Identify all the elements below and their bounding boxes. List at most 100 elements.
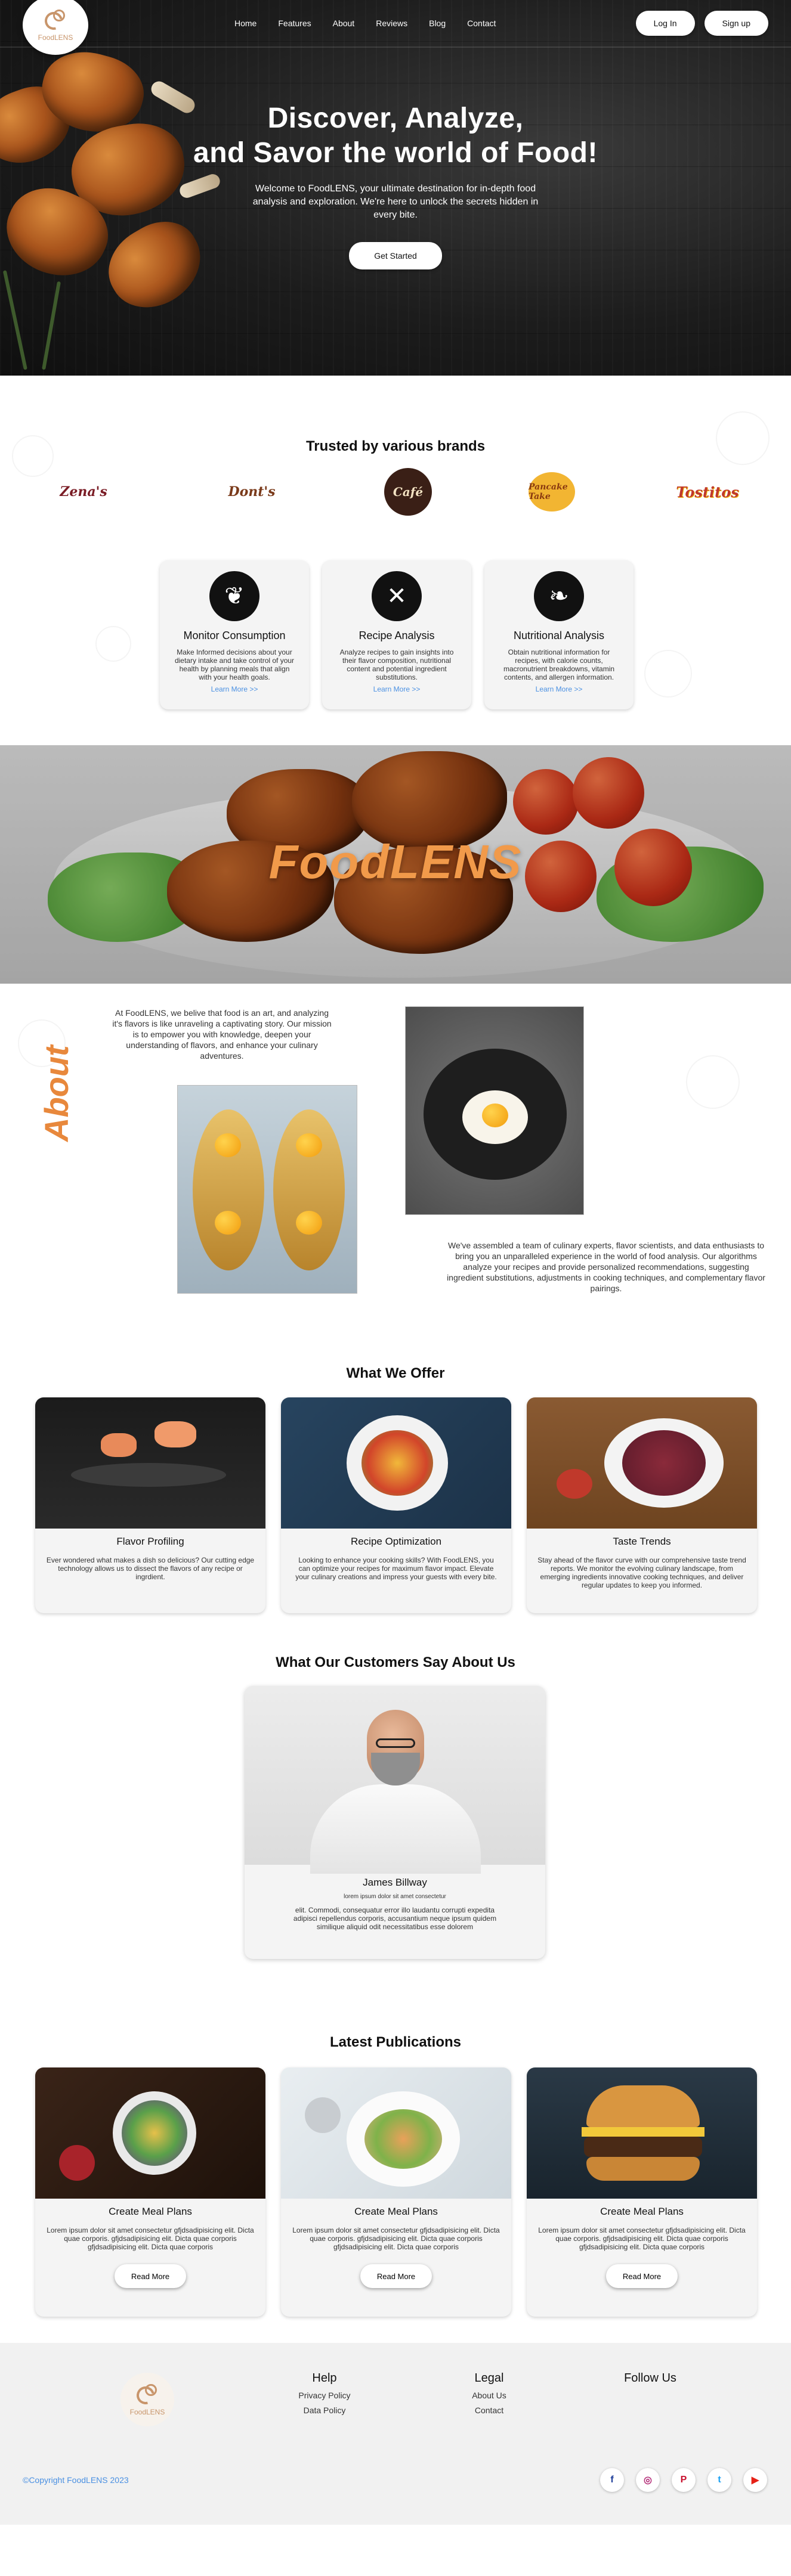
reviews-section: What Our Customers Say About Us James Bi… bbox=[0, 1622, 791, 1985]
offer-card-text: Looking to enhance your cooking skills? … bbox=[295, 1556, 497, 1581]
twitter-icon[interactable]: t bbox=[707, 2468, 731, 2492]
about-section: About At FoodLENS, we belive that food i… bbox=[0, 984, 791, 1335]
tool-title: Nutritional Analysis bbox=[513, 630, 605, 641]
nav-link-about[interactable]: About bbox=[333, 18, 355, 28]
wheat-icon: ❦ bbox=[209, 571, 259, 621]
logo-icon bbox=[133, 2383, 160, 2408]
hero-title-line2: and Savor the world of Food! bbox=[193, 137, 598, 169]
read-more-button[interactable]: Read More bbox=[360, 2264, 432, 2288]
publication-title: Create Meal Plans bbox=[109, 2206, 192, 2217]
hero-content: Discover, Analyze, and Savor the world o… bbox=[0, 101, 791, 269]
nav-link-reviews[interactable]: Reviews bbox=[376, 18, 407, 28]
logo-icon bbox=[41, 8, 69, 33]
offer-card-text: Stay ahead of the flavor curve with our … bbox=[537, 1556, 746, 1589]
brand-logo: Café bbox=[384, 468, 432, 516]
bowl-image bbox=[35, 2067, 265, 2199]
footer-legal-column: Legal About Us Contact bbox=[459, 2372, 519, 2415]
publication-text: Lorem ipsum dolor sit amet consectetur g… bbox=[47, 2226, 254, 2251]
doodle-decoration bbox=[644, 650, 692, 698]
footer-help-column: Help Privacy Policy Data Policy bbox=[295, 2372, 354, 2415]
book-icon: ✕ bbox=[372, 571, 422, 621]
brand-logo: Tostitos bbox=[676, 483, 739, 501]
brand-logo-list: Zena's Dont's Café Pancake Take Tostitos bbox=[48, 468, 743, 516]
banner-title: FoodLENS bbox=[268, 835, 523, 888]
offer-card-title: Recipe Optimization bbox=[350, 1536, 442, 1547]
cake-image bbox=[527, 1397, 757, 1529]
nav-link-blog[interactable]: Blog bbox=[429, 18, 446, 28]
brand-logo: Zena's bbox=[60, 484, 107, 500]
footer-logo-text: FoodLENS bbox=[129, 2408, 165, 2416]
privacy-policy-link[interactable]: Privacy Policy bbox=[295, 2391, 354, 2400]
nav-link-home[interactable]: Home bbox=[234, 18, 257, 28]
publications-section: Latest Publications Create Meal Plans Lo… bbox=[0, 1985, 791, 2343]
burger-image bbox=[527, 2067, 757, 2199]
reviewer-subtitle: lorem ipsum dolor sit amet consectetur bbox=[344, 1893, 446, 1900]
auth-buttons: Log In Sign up bbox=[635, 11, 768, 36]
data-policy-link[interactable]: Data Policy bbox=[295, 2405, 354, 2415]
logo-text: FoodLENS bbox=[38, 33, 73, 42]
footer-logo[interactable]: FoodLENS bbox=[120, 2373, 174, 2426]
offer-card-text: Ever wondered what makes a dish so delic… bbox=[46, 1556, 255, 1581]
offer-section: What We Offer Flavor Profiling Ever wond… bbox=[0, 1335, 791, 1622]
publication-cards: Create Meal Plans Lorem ipsum dolor sit … bbox=[35, 2067, 757, 2317]
about-us-link[interactable]: About Us bbox=[459, 2391, 519, 2400]
contact-link[interactable]: Contact bbox=[459, 2405, 519, 2415]
doodle-decoration bbox=[716, 411, 770, 465]
footer-help-title: Help bbox=[312, 2372, 337, 2385]
tool-text: Obtain nutritional information for recip… bbox=[503, 648, 615, 681]
publication-text: Lorem ipsum dolor sit amet consectetur g… bbox=[538, 2226, 746, 2251]
reviews-title: What Our Customers Say About Us bbox=[276, 1654, 515, 1670]
salad-image bbox=[281, 1397, 511, 1529]
footer-follow-column: Follow Us bbox=[620, 2372, 680, 2385]
read-more-button[interactable]: Read More bbox=[605, 2264, 678, 2288]
tool-card: ❧ Nutritional Analysis Obtain nutritiona… bbox=[484, 560, 634, 709]
hero-text: Welcome to FoodLENS, your ultimate desti… bbox=[252, 184, 539, 220]
offer-card: Recipe Optimization Looking to enhance y… bbox=[281, 1397, 511, 1613]
pinterest-icon[interactable]: P bbox=[672, 2468, 696, 2492]
offer-title: What We Offer bbox=[346, 1365, 445, 1381]
tool-card: ✕ Recipe Analysis Analyze recipes to gai… bbox=[322, 560, 471, 709]
learn-more-link[interactable]: Learn More >> bbox=[322, 685, 471, 693]
signup-button[interactable]: Sign up bbox=[704, 11, 768, 36]
copyright-text: ©Copyright FoodLENS 2023 bbox=[23, 2475, 129, 2485]
nav-link-contact[interactable]: Contact bbox=[467, 18, 496, 28]
footer-follow-title: Follow Us bbox=[624, 2372, 676, 2385]
doodle-decoration bbox=[686, 1055, 740, 1109]
learn-more-link[interactable]: Learn More >> bbox=[160, 685, 309, 693]
publication-title: Create Meal Plans bbox=[600, 2206, 684, 2217]
tool-card: ❦ Monitor Consumption Make Informed deci… bbox=[160, 560, 309, 709]
login-button[interactable]: Log In bbox=[635, 11, 695, 36]
plate-meal-image bbox=[281, 2067, 511, 2199]
review-card: James Billway lorem ipsum dolor sit amet… bbox=[245, 1686, 545, 1959]
tool-title: Monitor Consumption bbox=[183, 630, 286, 641]
read-more-button[interactable]: Read More bbox=[114, 2264, 187, 2288]
offer-card-title: Flavor Profiling bbox=[116, 1536, 184, 1547]
nav-links: Home Features About Reviews Blog Contact bbox=[234, 18, 517, 28]
footer: FoodLENS Help Privacy Policy Data Policy… bbox=[0, 2343, 791, 2525]
tool-text: Analyze recipes to gain insights into th… bbox=[339, 648, 454, 681]
hero-section: FoodLENS Home Features About Reviews Blo… bbox=[0, 0, 791, 376]
get-started-button[interactable]: Get Started bbox=[349, 242, 442, 269]
reviewer-photo bbox=[245, 1686, 545, 1874]
publications-title: Latest Publications bbox=[329, 2034, 462, 2050]
review-text: elit. Commodi, consequatur error illo la… bbox=[293, 1906, 497, 1931]
publication-card: Create Meal Plans Lorem ipsum dolor sit … bbox=[35, 2067, 265, 2317]
hero-title: Discover, Analyze, and Savor the world o… bbox=[0, 101, 791, 171]
nav-link-features[interactable]: Features bbox=[278, 18, 311, 28]
youtube-icon[interactable]: ▶ bbox=[743, 2468, 767, 2492]
sushi-image bbox=[35, 1397, 265, 1529]
banner-section: FoodLENS bbox=[0, 745, 791, 984]
learn-more-link[interactable]: Learn More >> bbox=[484, 685, 634, 693]
publication-card: Create Meal Plans Lorem ipsum dolor sit … bbox=[281, 2067, 511, 2317]
logo[interactable]: FoodLENS bbox=[23, 0, 88, 55]
instagram-icon[interactable]: ◎ bbox=[636, 2468, 660, 2492]
offer-card-title: Taste Trends bbox=[613, 1536, 671, 1547]
potato-egg-photo bbox=[177, 1085, 357, 1294]
social-links: f ◎ P t ▶ bbox=[600, 2468, 767, 2492]
offer-card: Taste Trends Stay ahead of the flavor cu… bbox=[527, 1397, 757, 1613]
hero-title-line1: Discover, Analyze, bbox=[267, 103, 524, 134]
footer-legal-title: Legal bbox=[474, 2372, 504, 2385]
brands-title: Trusted by various brands bbox=[305, 438, 486, 454]
facebook-icon[interactable]: f bbox=[600, 2468, 624, 2492]
about-label: About bbox=[38, 1045, 75, 1142]
